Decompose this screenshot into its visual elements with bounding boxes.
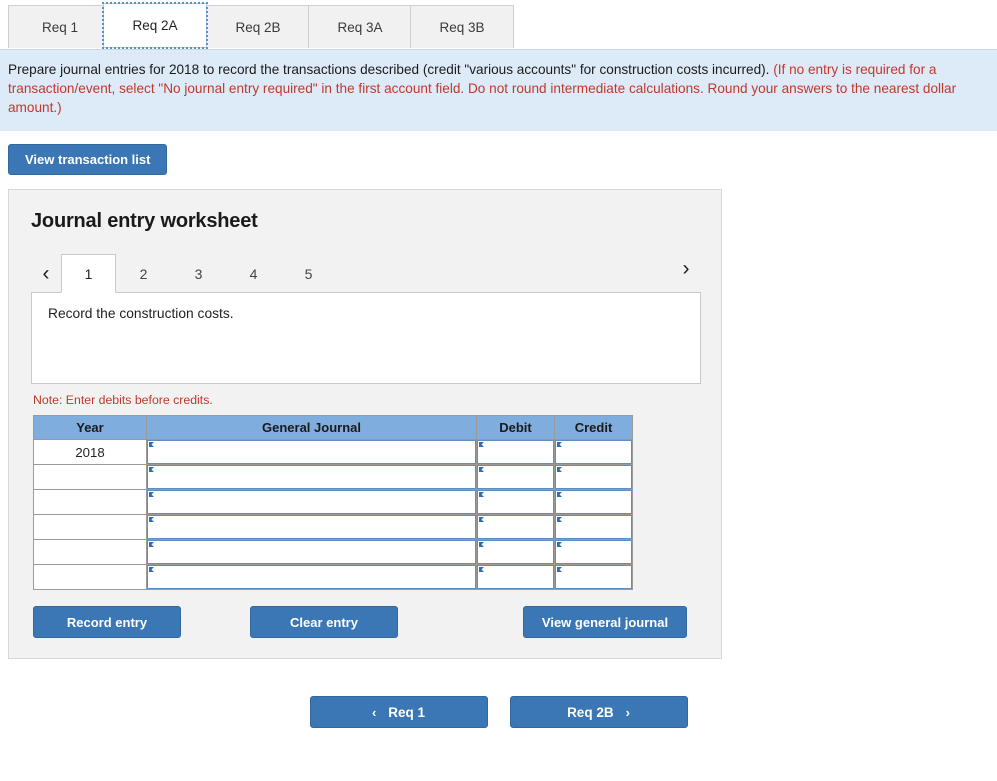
- cell-year[interactable]: [33, 564, 147, 590]
- clear-entry-button[interactable]: Clear entry: [250, 606, 398, 638]
- requirement-navigation: ‹ Req 1 Req 2B ›: [0, 696, 997, 728]
- account-field[interactable]: [147, 565, 476, 589]
- nav-next-label: Req 2B: [567, 704, 614, 720]
- tab-req-2a[interactable]: Req 2A: [102, 2, 208, 49]
- requirement-tab-strip: Req 1 Req 2A Req 2B Req 3A Req 3B: [0, 0, 997, 49]
- debits-before-credits-note: Note: Enter debits before credits.: [33, 393, 213, 407]
- column-header-debit: Debit: [476, 415, 555, 440]
- entry-description-box: Record the construction costs.: [31, 292, 701, 384]
- worksheet-pager: ‹ 12345 ›: [31, 251, 701, 293]
- page-title: Journal entry worksheet: [31, 210, 258, 232]
- pager-page-3[interactable]: 3: [171, 255, 226, 292]
- cell-year[interactable]: 2018: [33, 439, 147, 465]
- debit-field[interactable]: [477, 465, 554, 489]
- pager-next-icon[interactable]: ›: [671, 251, 701, 287]
- table-row: [33, 464, 633, 490]
- debit-field[interactable]: [477, 540, 554, 564]
- entry-description-text: Record the construction costs.: [48, 306, 234, 321]
- table-row: [33, 539, 633, 565]
- account-field[interactable]: [147, 515, 476, 539]
- pager-prev-icon[interactable]: ‹: [31, 256, 61, 292]
- cell-year[interactable]: [33, 464, 147, 490]
- table-row: [33, 564, 633, 590]
- worksheet-action-buttons: Record entry Clear entry View general jo…: [33, 606, 687, 638]
- column-header-year: Year: [33, 415, 147, 440]
- debit-field[interactable]: [477, 515, 554, 539]
- instructions-panel: Prepare journal entries for 2018 to reco…: [0, 49, 997, 132]
- chevron-right-icon: ›: [625, 704, 630, 720]
- view-general-journal-button[interactable]: View general journal: [523, 606, 687, 638]
- debit-field[interactable]: [477, 490, 554, 514]
- journal-entry-worksheet-panel: Journal entry worksheet ‹ 12345 › Record…: [8, 189, 722, 659]
- toolbar: View transaction list: [0, 132, 997, 175]
- table-row: [33, 489, 633, 515]
- account-field[interactable]: [147, 440, 476, 464]
- account-field[interactable]: [147, 490, 476, 514]
- credit-field[interactable]: [555, 515, 632, 539]
- table-row: [33, 514, 633, 540]
- debit-field[interactable]: [477, 565, 554, 589]
- nav-prev-button[interactable]: ‹ Req 1: [309, 696, 488, 728]
- credit-field[interactable]: [555, 465, 632, 489]
- tab-req-3a[interactable]: Req 3A: [308, 5, 412, 48]
- pager-page-1[interactable]: 1: [61, 254, 116, 293]
- credit-field[interactable]: [555, 540, 632, 564]
- chevron-left-icon: ‹: [371, 704, 377, 720]
- column-header-general-journal: General Journal: [146, 415, 477, 440]
- tab-req-1[interactable]: Req 1: [8, 5, 112, 48]
- cell-year[interactable]: [33, 489, 147, 515]
- nav-prev-label: Req 1: [388, 704, 426, 720]
- credit-field[interactable]: [555, 440, 632, 464]
- debit-field[interactable]: [477, 440, 554, 464]
- instructions-main-text: Prepare journal entries for 2018 to reco…: [8, 62, 770, 77]
- account-field[interactable]: [147, 465, 476, 489]
- credit-field[interactable]: [555, 490, 632, 514]
- pager-page-5[interactable]: 5: [281, 255, 336, 292]
- view-transaction-list-button[interactable]: View transaction list: [8, 144, 168, 175]
- account-field[interactable]: [147, 540, 476, 564]
- nav-next-button[interactable]: Req 2B ›: [509, 696, 688, 728]
- tab-req-2b[interactable]: Req 2B: [206, 5, 310, 48]
- pager-page-2[interactable]: 2: [116, 255, 171, 292]
- column-header-credit: Credit: [554, 415, 633, 440]
- cell-year[interactable]: [33, 514, 147, 540]
- cell-year[interactable]: [33, 539, 147, 565]
- table-header-row: Year General Journal Debit Credit: [33, 415, 633, 440]
- credit-field[interactable]: [555, 565, 632, 589]
- pager-page-4[interactable]: 4: [226, 255, 281, 292]
- record-entry-button[interactable]: Record entry: [33, 606, 181, 638]
- table-row: 2018: [33, 439, 633, 465]
- tab-req-3b[interactable]: Req 3B: [410, 5, 514, 48]
- journal-entry-table: Year General Journal Debit Credit 2018: [33, 415, 633, 590]
